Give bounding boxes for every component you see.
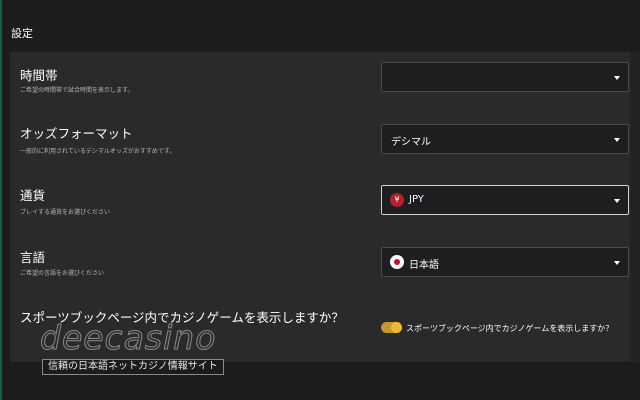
scrollbar-track[interactable] — [630, 52, 640, 362]
language-title: 言語 — [20, 250, 46, 265]
watermark-badge: 信頼の日本語ネットカジノ情報サイト — [42, 359, 224, 375]
odds-format-description: 一般的に利用されているデシマルオッズがおすすめです。 — [20, 148, 176, 155]
chevron-down-icon — [614, 76, 620, 80]
toggle-knob — [391, 322, 402, 333]
chevron-down-icon — [614, 199, 620, 203]
timezone-select[interactable] — [381, 62, 629, 92]
left-accent-bar — [0, 0, 2, 400]
casino-games-toggle-label: スポーツブックページ内でカジノゲームを表示しますか？ — [406, 324, 614, 333]
odds-format-value: デシマル — [391, 137, 431, 148]
language-select[interactable]: 日本語 — [381, 247, 629, 277]
odds-format-select[interactable]: デシマル — [381, 124, 629, 154]
odds-format-title: オッズフォーマット — [20, 126, 133, 141]
language-description: ご希望の言語をお選びください — [20, 270, 105, 277]
japan-flag-icon — [390, 255, 404, 269]
language-value: 日本語 — [409, 260, 439, 271]
watermark-logo: deecasino — [40, 318, 217, 358]
timezone-title: 時間帯 — [20, 68, 58, 83]
page-title: 設定 — [11, 27, 33, 40]
yen-currency-icon: ¥ — [390, 193, 404, 207]
chevron-down-icon — [614, 261, 620, 265]
currency-title: 通貨 — [20, 188, 46, 203]
settings-page: 設定 時間帯 ご希望の時間帯で試合時間を表示します。 オッズフォーマット 一般的… — [0, 0, 640, 400]
currency-description: プレイする通貨をお選びください — [20, 209, 111, 216]
casino-games-toggle[interactable] — [381, 322, 402, 333]
currency-value: JPY — [409, 194, 424, 205]
chevron-down-icon — [614, 138, 620, 142]
currency-select[interactable]: ¥ JPY — [381, 185, 629, 215]
timezone-description: ご希望の時間帯で試合時間を表示します。 — [20, 87, 134, 94]
